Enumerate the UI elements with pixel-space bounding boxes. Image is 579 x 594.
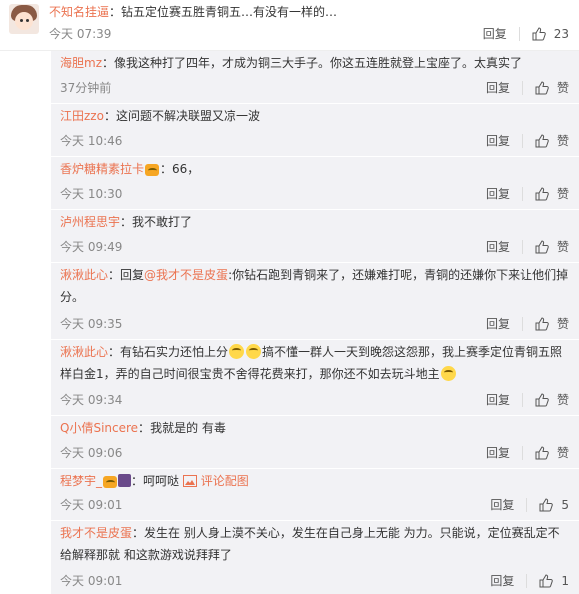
- like-label[interactable]: 赞: [557, 79, 569, 96]
- timestamp: 今天 09:49: [60, 240, 123, 254]
- timestamp: 今天 10:46: [60, 134, 123, 148]
- timestamp: 今天 10:30: [60, 187, 123, 201]
- reply-actions: 回复 赞: [486, 132, 569, 149]
- reply-actions: 回复 赞: [486, 185, 569, 202]
- reply-actions: 回复 赞: [486, 444, 569, 461]
- username-link[interactable]: 不知名挂逼: [49, 5, 109, 19]
- like-icon[interactable]: [535, 239, 549, 254]
- reply-actions: 回复 赞: [486, 315, 569, 332]
- timestamp: 37分钟前: [60, 81, 112, 95]
- timestamp: 今天 09:01: [60, 498, 123, 512]
- reply-button[interactable]: 回复: [486, 315, 510, 332]
- reply-text: 我不敢打了: [132, 215, 193, 229]
- timestamp: 今天 09:01: [60, 574, 123, 588]
- username-link[interactable]: 香炉糖精素拉卡: [60, 162, 144, 176]
- list-item: 湫湫此心：有钻石实力还怕上分 搞不懂一群人一天到晚怨这怨那，我上赛季定位青铜五照样…: [51, 340, 579, 416]
- reply-button[interactable]: 回复: [486, 132, 510, 149]
- reply-button[interactable]: 回复: [486, 79, 510, 96]
- timestamp: 今天 09:34: [60, 393, 123, 407]
- like-count: 23: [553, 26, 569, 41]
- comment-line: 不知名挂逼：钻五定位赛五胜青铜五…有没有一样的…: [49, 5, 338, 19]
- comment-text: 钻五定位赛五胜青铜五…有没有一样的…: [121, 5, 338, 19]
- list-item: 海胆mz：像我这种打了四年，才成为铜三大手子。你这五连胜就登上宝座了。太真实了 …: [51, 51, 579, 104]
- reply-text: 发生在 别人身上漠不关心，发生在自己身上无能 为力。只能说，定位赛乱定不给解释那…: [60, 526, 560, 562]
- reply-actions: 回复 1: [490, 572, 569, 589]
- like-icon[interactable]: [539, 573, 554, 588]
- list-item: Q小倩Sincere：我就是的 有毒 今天 09:06 回复 赞: [51, 416, 579, 469]
- like-label[interactable]: 赞: [557, 391, 569, 408]
- reply-actions: 回复 5: [490, 496, 569, 513]
- list-item: 江田zzo：这问题不解决联盟又凉一波 今天 10:46 回复 赞: [51, 104, 579, 157]
- reply-list: 海胆mz：像我这种打了四年，才成为铜三大手子。你这五连胜就登上宝座了。太真实了 …: [51, 51, 579, 594]
- like-count: 1: [561, 573, 569, 588]
- image-icon: [182, 472, 197, 487]
- reply-text: 呵呵哒: [143, 474, 180, 488]
- reply-button[interactable]: 回复: [486, 238, 510, 255]
- reply-text: 像我这种打了四年，才成为铜三大手子。你这五连胜就登上宝座了。太真实了: [114, 56, 523, 70]
- vip-badge-icon: [145, 164, 160, 176]
- like-label[interactable]: 赞: [557, 185, 569, 202]
- reply-text: 这问题不解决联盟又凉一波: [115, 109, 260, 123]
- list-item: 泸州程思宇：我不敢打了 今天 09:49 回复 赞: [51, 210, 579, 263]
- username-link[interactable]: 湫湫此心: [60, 268, 108, 282]
- reply-button[interactable]: 回复: [486, 444, 510, 461]
- mention-link[interactable]: @我才不是皮蛋: [144, 268, 228, 282]
- like-icon[interactable]: [539, 497, 554, 512]
- member-badge-icon: [118, 474, 132, 487]
- username-link[interactable]: 程梦宇_: [60, 474, 102, 488]
- username-link[interactable]: 江田zzo: [60, 109, 104, 123]
- sweat-smile-emoji-icon: [440, 366, 456, 381]
- like-label[interactable]: 赞: [557, 132, 569, 149]
- timestamp: 今天 09:35: [60, 317, 123, 331]
- username-link[interactable]: Q小倩Sincere: [60, 421, 138, 435]
- vip-badge-icon: [103, 476, 118, 488]
- sweat-smile-emoji-icon: [246, 344, 262, 359]
- reply-button[interactable]: 回复: [486, 185, 510, 202]
- username-link[interactable]: 海胆mz: [60, 56, 102, 70]
- like-icon[interactable]: [535, 80, 549, 95]
- like-icon[interactable]: [535, 133, 549, 148]
- like-label[interactable]: 赞: [557, 444, 569, 461]
- list-item: 湫湫此心：回复@我才不是皮蛋:你钻石跑到青铜来了，还嫌难打呢，青铜的还嫌你下来让…: [51, 263, 579, 340]
- comment-image-link[interactable]: 评论配图: [182, 472, 249, 488]
- avatar[interactable]: [9, 4, 39, 34]
- like-icon[interactable]: [535, 316, 549, 331]
- like-label[interactable]: 赞: [557, 238, 569, 255]
- sweat-smile-emoji-icon: [229, 344, 245, 359]
- main-comment: 不知名挂逼：钻五定位赛五胜青铜五…有没有一样的… 今天 07:39 回复 23: [0, 0, 579, 51]
- reply-button[interactable]: 回复: [483, 25, 507, 42]
- list-item: 香炉糖精素拉卡 ：66， 今天 10:30 回复 赞: [51, 157, 579, 210]
- username-link[interactable]: 湫湫此心: [60, 345, 108, 359]
- list-item: 程梦宇_ ：呵呵哒 评论配图 今天 09:01 回复 5: [51, 469, 579, 521]
- list-item: 我才不是皮蛋：发生在 别人身上漠不关心，发生在自己身上无能 为力。只能说，定位赛…: [60, 526, 569, 589]
- reply-actions: 回复 赞: [486, 391, 569, 408]
- comment-actions: 回复 23: [483, 25, 569, 42]
- like-label[interactable]: 赞: [557, 315, 569, 332]
- reply-button[interactable]: 回复: [486, 391, 510, 408]
- username-link[interactable]: 泸州程思宇: [60, 215, 120, 229]
- reply-actions: 回复 赞: [486, 79, 569, 96]
- reply-text: 有钻石实力还怕上分: [120, 345, 229, 359]
- like-icon[interactable]: [535, 186, 549, 201]
- reply-actions: 回复 赞: [486, 238, 569, 255]
- timestamp: 今天 07:39: [49, 27, 112, 41]
- like-icon[interactable]: [535, 392, 549, 407]
- timestamp: 今天 09:06: [60, 446, 123, 460]
- reply-text: 我就是的 有毒: [150, 421, 226, 435]
- like-icon[interactable]: [532, 26, 546, 41]
- like-icon[interactable]: [535, 445, 549, 460]
- reply-text: 66，: [172, 162, 200, 176]
- like-count: 5: [561, 497, 569, 512]
- reply-button[interactable]: 回复: [490, 496, 514, 513]
- reply-button[interactable]: 回复: [490, 572, 514, 589]
- username-link[interactable]: 我才不是皮蛋: [60, 526, 132, 540]
